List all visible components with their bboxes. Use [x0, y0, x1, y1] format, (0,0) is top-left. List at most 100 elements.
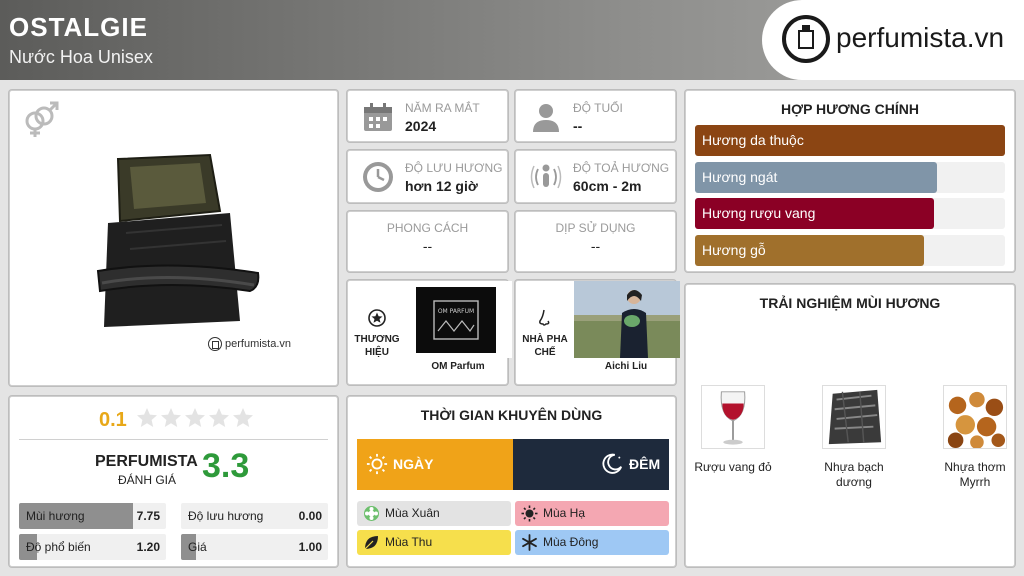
- leaf-icon: [364, 536, 378, 550]
- longevity-card: ĐỘ LƯU HƯƠNG hơn 12 giờ: [347, 150, 508, 203]
- brand-logo[interactable]: perfumista.vn: [762, 0, 1024, 80]
- clock-icon: [363, 162, 393, 192]
- metric-label: Độ lưu hương: [188, 509, 264, 523]
- accords-title: HỢP HƯƠNG CHÍNH: [781, 101, 919, 117]
- accord-bar: Hương da thuộc: [695, 125, 1005, 156]
- page-subtitle: Nước Hoa Unisex: [9, 47, 153, 67]
- logo-text: perfumista.vn: [836, 22, 1005, 53]
- season-label: Mùa Đông: [543, 535, 599, 549]
- experience-item-birch-tar[interactable]: Nhựa bạch dương: [808, 385, 900, 490]
- age-value: --: [573, 118, 583, 134]
- community-score: 0.1: [99, 409, 127, 431]
- metric-scent: Mùi hương 7.75: [19, 503, 166, 529]
- red-wine-image: [701, 385, 765, 449]
- sillage-person-icon: [530, 164, 562, 189]
- perfumer-name: Aichi Liu: [604, 361, 648, 372]
- myrrh-resin-image: [943, 385, 1007, 449]
- metric-label: Mùi hương: [26, 509, 85, 523]
- star-icon[interactable]: [232, 407, 254, 429]
- star-badge-icon: [368, 309, 386, 327]
- perfumista-label: PERFUMISTA: [95, 453, 198, 470]
- metric-value: 1.20: [136, 540, 160, 554]
- accord-row: Hương gỗ: [695, 234, 1005, 266]
- recommended-time-card: THỜI GIAN KHUYÊN DÙNG NGÀY ĐÊM Mùa Xuân …: [347, 396, 676, 567]
- star-icon[interactable]: [208, 407, 230, 429]
- style-card: PHONG CÁCH --: [347, 211, 508, 272]
- night-segment: ĐÊM: [513, 439, 669, 490]
- experience-item-label: Rượu vang đỏ: [694, 460, 772, 474]
- nose-icon: [539, 309, 550, 326]
- snowflake-icon: [522, 534, 537, 551]
- calendar-icon: [364, 103, 392, 131]
- accord-row: Hương rượu vang: [695, 198, 1005, 229]
- perfume-bottle-icon: [782, 15, 830, 63]
- launch-year-card: NĂM RA MẮT 2024: [347, 90, 508, 142]
- birch-tar-image: [822, 385, 886, 449]
- star-icon[interactable]: [160, 407, 182, 429]
- season-label: Mùa Thu: [385, 535, 433, 549]
- sillage-value: 60cm - 2m: [573, 178, 642, 194]
- accord-row: Hương da thuộc: [695, 125, 1005, 156]
- page-title: OSTALGIE: [9, 12, 148, 42]
- scent-experience-card: TRẢI NGHIỆM MÙI HƯƠNG Rượu vang đỏ Nhựa …: [685, 284, 1015, 567]
- brand-label: THƯƠNG HIỆU: [354, 334, 400, 358]
- experience-item-label: Nhựa thơm Myrrh: [944, 460, 1006, 489]
- star-icon[interactable]: [184, 407, 206, 429]
- perfumer-label: NHÀ PHA CHẾ: [522, 334, 568, 358]
- product-bottle-image: [96, 153, 260, 327]
- brand-logo-image[interactable]: OM PARFUM: [406, 281, 512, 358]
- occasion-label: DỊP SỬ DỤNG: [555, 221, 636, 235]
- launch-year-value: 2024: [405, 118, 437, 134]
- sun-icon: [366, 453, 388, 475]
- star-rating[interactable]: [136, 407, 254, 429]
- experience-item-myrrh[interactable]: Nhựa thơm Myrrh: [929, 385, 1021, 490]
- flower-icon: [364, 506, 379, 521]
- perfumista-sublabel: ĐÁNH GIÁ: [118, 473, 177, 487]
- brand-card[interactable]: THƯƠNG HIỆU OM PARFUM OM Parfum: [347, 280, 512, 386]
- experience-item-red-wine[interactable]: Rượu vang đỏ: [687, 385, 779, 475]
- occasion-value: --: [590, 238, 601, 254]
- occasion-card: DỊP SỬ DỤNG --: [515, 211, 676, 272]
- day-label: NGÀY: [393, 456, 434, 472]
- age-card: ĐỘ TUỔI --: [515, 90, 676, 142]
- watermark-text: perfumista.vn: [225, 338, 292, 350]
- product-image-card: perfumista.vn: [9, 90, 338, 386]
- season-autumn: Mùa Thu: [357, 530, 511, 555]
- style-label: PHONG CÁCH: [386, 221, 469, 235]
- season-winter: Mùa Đông: [515, 530, 669, 555]
- brand-side-label: THƯƠNG HIỆU: [348, 281, 406, 386]
- season-spring: Mùa Xuân: [357, 501, 511, 526]
- metric-label: Giá: [188, 540, 207, 554]
- metric-label: Độ phổ biến: [26, 540, 91, 554]
- rating-card: 0.1 PERFUMISTA ĐÁNH GIÁ 3.3 Mùi hương 7.…: [9, 396, 338, 567]
- brand-name: OM Parfum: [431, 361, 485, 372]
- person-icon: [533, 104, 559, 132]
- perfumer-photo[interactable]: [574, 281, 680, 358]
- experience-item-label: Nhựa bạch dương: [824, 460, 884, 489]
- longevity-value: hơn 12 giờ: [405, 178, 478, 194]
- day-segment: NGÀY: [357, 439, 513, 490]
- perfumer-card[interactable]: NHÀ PHA CHẾ Aichi Liu: [515, 280, 680, 386]
- night-label: ĐÊM: [629, 456, 661, 472]
- perfume-bottle-icon: [208, 337, 222, 351]
- svg-text:OM PARFUM: OM PARFUM: [438, 308, 474, 315]
- metric-price: Giá 1.00: [181, 534, 328, 560]
- day-night-bar: NGÀY ĐÊM: [357, 439, 669, 490]
- metric-value: 7.75: [136, 509, 160, 523]
- style-value: --: [422, 238, 433, 254]
- metric-longevity: Độ lưu hương 0.00: [181, 503, 328, 529]
- perfumer-side-label: NHÀ PHA CHẾ: [516, 281, 574, 386]
- moon-icon: [602, 453, 623, 474]
- accord-bar: Hương gỗ: [695, 234, 925, 266]
- metric-value: 0.00: [298, 509, 322, 523]
- season-label: Mùa Hạ: [543, 506, 586, 520]
- time-title: THỜI GIAN KHUYÊN DÙNG: [420, 407, 603, 423]
- divider: [19, 439, 328, 440]
- accord-bar: Hương ngát: [695, 161, 937, 193]
- age-label: ĐỘ TUỔI: [573, 101, 623, 115]
- accord-row: Hương ngát: [695, 161, 1005, 193]
- season-label: Mùa Xuân: [385, 506, 440, 520]
- main-accords-card: HỢP HƯƠNG CHÍNH Hương da thuộc Hương ngát…: [685, 90, 1015, 272]
- watermark: perfumista.vn: [208, 337, 291, 351]
- star-icon[interactable]: [136, 407, 158, 429]
